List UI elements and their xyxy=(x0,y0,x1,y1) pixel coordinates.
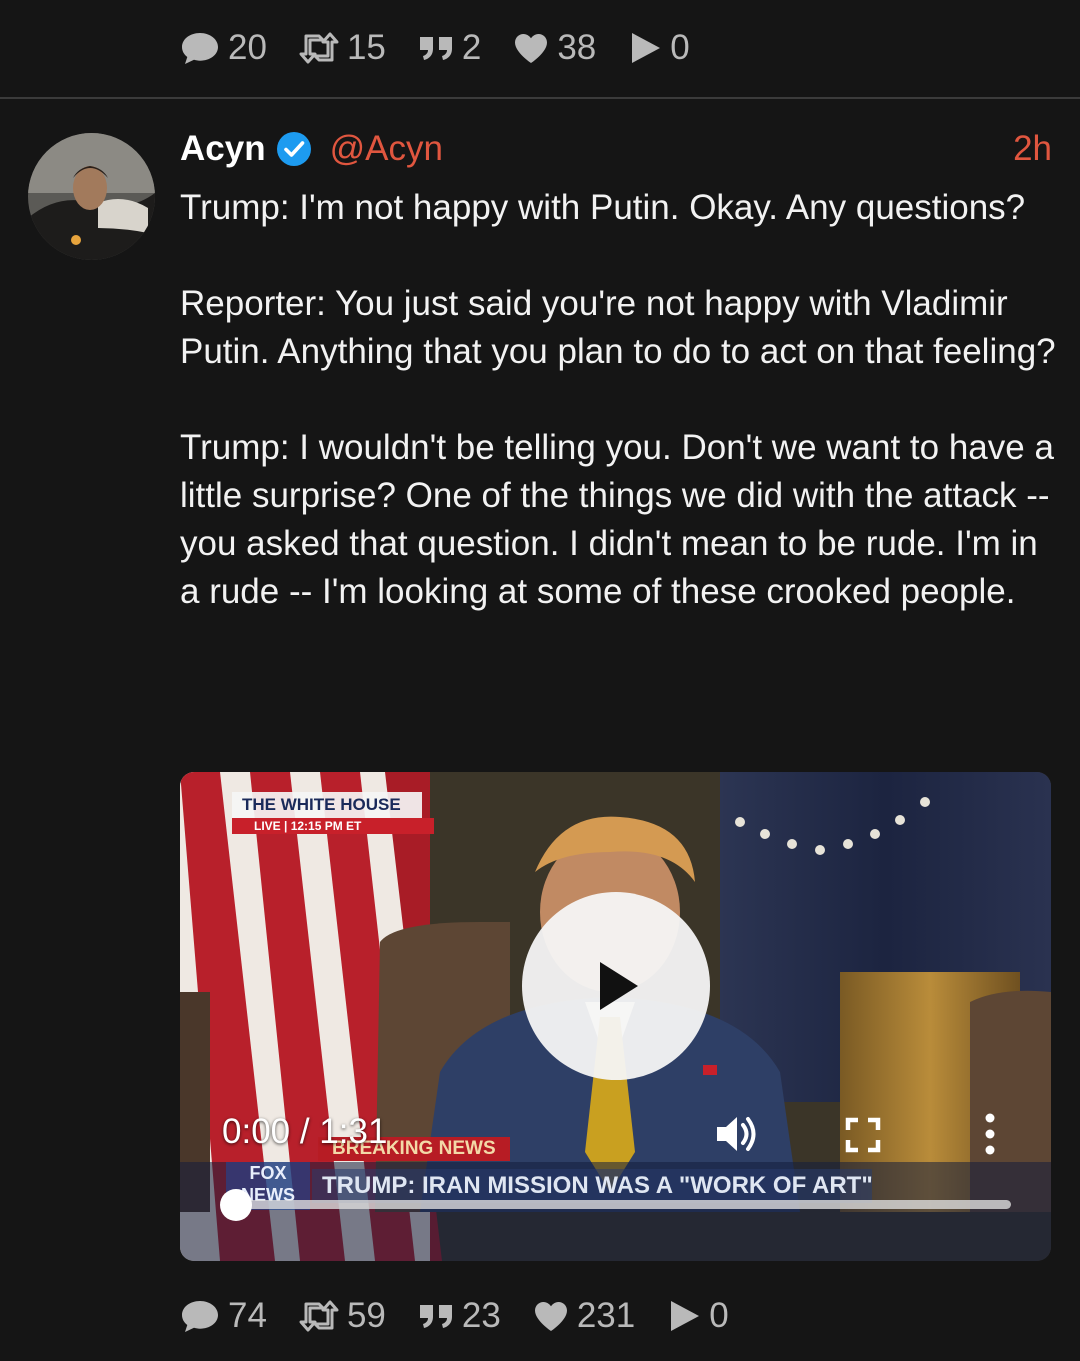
play-icon xyxy=(600,962,638,1010)
top-stats-bar: 20 15 2 38 0 xyxy=(180,18,690,78)
play-icon xyxy=(671,1301,700,1331)
quote-count: 2 xyxy=(461,28,482,67)
avatar[interactable] xyxy=(28,133,155,260)
quote-count-button[interactable]: 2 xyxy=(418,28,481,68)
repost-count-button[interactable]: 59 xyxy=(299,1296,386,1336)
quote-icon xyxy=(419,1305,452,1328)
volume-button[interactable] xyxy=(713,1112,759,1161)
repost-count: 15 xyxy=(346,28,386,67)
repost-count: 59 xyxy=(346,1296,386,1335)
user-handle[interactable]: @Acyn xyxy=(330,129,443,169)
reply-count: 20 xyxy=(228,28,267,67)
view-count-button[interactable]: 0 xyxy=(628,28,690,68)
post-body: Trump: I'm not happy with Putin. Okay. A… xyxy=(180,184,1060,616)
heart-icon xyxy=(515,34,548,63)
video-player[interactable]: THE WHITE HOUSE LIVE | 12:15 PM ET BREAK… xyxy=(180,772,1051,1261)
quote-icon xyxy=(419,37,452,60)
post-paragraph: Reporter: You just said you're not happy… xyxy=(180,284,1056,371)
post-paragraph: Trump: I wouldn't be telling you. Don't … xyxy=(180,428,1054,611)
post-divider xyxy=(0,97,1080,99)
quote-count-button[interactable]: 23 xyxy=(418,1296,501,1336)
reply-count: 74 xyxy=(228,1296,267,1335)
like-count-button[interactable]: 231 xyxy=(533,1296,635,1336)
video-time-display: 0:00 / 1:31 xyxy=(222,1112,388,1151)
post-paragraph: Trump: I'm not happy with Putin. Okay. A… xyxy=(180,188,1026,227)
quote-count: 23 xyxy=(461,1296,501,1335)
live-label: LIVE | 12:15 PM ET xyxy=(232,818,434,834)
post-header: Acyn @Acyn xyxy=(180,122,443,176)
repost-icon xyxy=(299,1300,339,1332)
play-button[interactable] xyxy=(522,892,710,1080)
like-count: 38 xyxy=(557,28,597,67)
like-count-button[interactable]: 38 xyxy=(513,28,596,68)
fullscreen-icon xyxy=(845,1117,881,1153)
fullscreen-button[interactable] xyxy=(844,1116,882,1159)
verified-badge-icon xyxy=(276,132,311,166)
view-count: 0 xyxy=(670,28,690,67)
news-headline: TRUMP: IRAN MISSION WAS A "WORK OF ART" xyxy=(312,1169,872,1203)
network-label: THE WHITE HOUSE xyxy=(232,792,422,818)
video-progress-bar[interactable] xyxy=(220,1189,1011,1221)
view-count: 0 xyxy=(709,1296,729,1335)
like-count: 231 xyxy=(576,1296,636,1335)
repost-count-button[interactable]: 15 xyxy=(299,28,386,68)
more-options-button[interactable] xyxy=(980,1112,1000,1161)
play-icon xyxy=(632,33,661,63)
more-vertical-icon xyxy=(985,1113,995,1155)
progress-thumb[interactable] xyxy=(220,1189,252,1221)
post-timestamp[interactable]: 2h xyxy=(1013,122,1052,176)
repost-icon xyxy=(299,32,339,64)
comment-icon xyxy=(182,33,218,64)
volume-icon xyxy=(717,1117,756,1151)
comment-icon xyxy=(182,1301,218,1332)
reply-count-button[interactable]: 20 xyxy=(180,28,267,68)
post-stats-bar: 74 59 23 231 0 xyxy=(180,1286,729,1346)
view-count-button[interactable]: 0 xyxy=(667,1296,729,1336)
display-name[interactable]: Acyn xyxy=(180,129,266,169)
reply-count-button[interactable]: 74 xyxy=(180,1296,267,1336)
heart-icon xyxy=(534,1302,567,1331)
